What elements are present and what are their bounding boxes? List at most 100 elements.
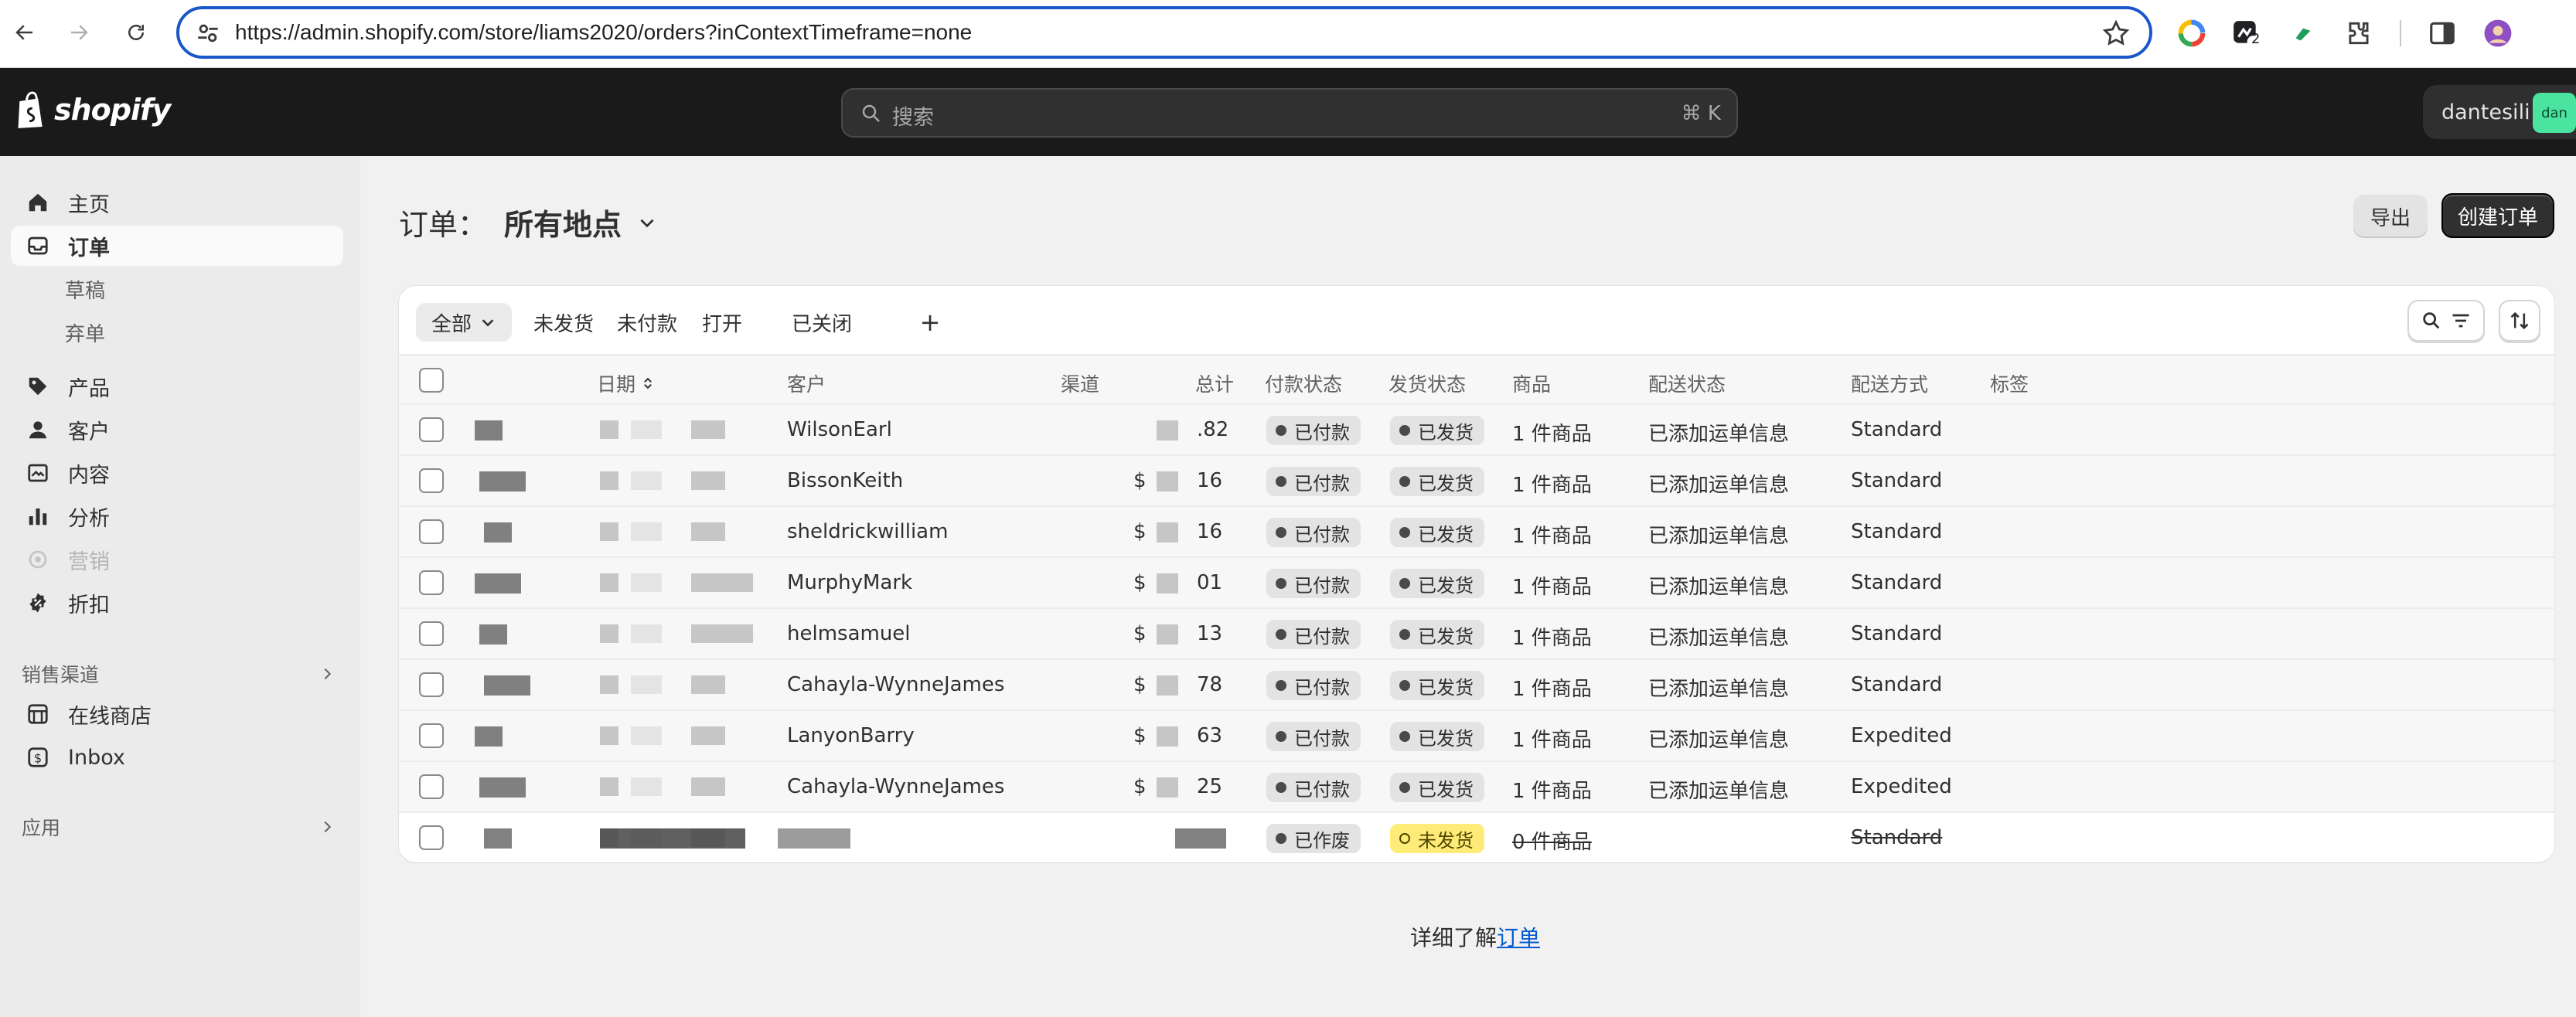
customer-name[interactable]: Cahayla-WynneJames — [787, 673, 1004, 696]
reload-button[interactable] — [118, 14, 155, 51]
apps-section[interactable]: 应用 — [22, 813, 336, 841]
sort-button[interactable] — [2499, 300, 2540, 342]
redacted-order-number — [484, 675, 530, 696]
customer-name[interactable]: Cahayla-WynneJames — [787, 775, 1004, 798]
sidebar-item-discounts[interactable]: 折扣 — [11, 583, 343, 623]
account-menu-button[interactable]: dantesili dan — [2423, 85, 2576, 139]
shopify-logo[interactable]: shopify — [14, 90, 171, 130]
sidebar-item-online-store[interactable]: 在线商店 — [11, 694, 343, 734]
sidebar-item-products[interactable]: 产品 — [11, 366, 343, 406]
row-checkbox[interactable] — [419, 723, 444, 748]
redacted-date — [600, 420, 618, 439]
extension-color-icon[interactable] — [2176, 17, 2208, 49]
sidebar-item-content[interactable]: 内容 — [11, 453, 343, 493]
item-count[interactable]: 1 件商品 — [1512, 724, 1592, 753]
forward-button[interactable] — [60, 14, 97, 51]
table-row[interactable]: sheldrickwilliam 16 已付款 已发货 1 件商品 已添加运单信息 Stan… — [399, 507, 2554, 558]
redacted-order-number — [484, 828, 512, 849]
tab-unfulfilled[interactable]: 未发货 — [518, 303, 609, 342]
extension-leaf-icon[interactable] — [2287, 17, 2319, 49]
chart-icon — [29, 508, 47, 526]
item-count[interactable]: 1 件商品 — [1512, 418, 1592, 447]
row-checkbox[interactable] — [419, 825, 444, 850]
customer-name[interactable]: WilsonEarl — [787, 418, 892, 441]
redacted-date — [600, 777, 618, 796]
search-filter-button[interactable] — [2407, 300, 2485, 342]
bookmark-star-icon[interactable] — [2101, 19, 2131, 48]
fulfillment-status-badge: 已发货 — [1390, 467, 1484, 496]
extension-badge-icon[interactable]: 2 — [2230, 17, 2262, 49]
table-row[interactable]: helmsamuel 13 已付款 已发货 1 件商品 已添加运单信息 Standard $ — [399, 609, 2554, 660]
sidebar-item-analytics[interactable]: 分析 — [11, 496, 343, 536]
row-checkbox[interactable] — [419, 621, 444, 646]
tab-unpaid[interactable]: 未付款 — [601, 303, 693, 342]
item-count[interactable]: 1 件商品 — [1512, 469, 1592, 498]
site-settings-icon[interactable] — [195, 20, 221, 46]
sidebar-item-home[interactable]: 主页 — [11, 182, 343, 223]
customer-name[interactable]: helmsamuel — [787, 622, 911, 645]
status-dot-icon — [1399, 833, 1410, 844]
table-row[interactable]: BissonKeith 16 已付款 已发货 1 件商品 已添加运单信息 Standard $ — [399, 456, 2554, 507]
fulfillment-status-badge: 已发货 — [1390, 518, 1484, 547]
back-button[interactable] — [6, 14, 43, 51]
customer-name[interactable]: LanyonBarry — [787, 724, 915, 747]
select-all-checkbox[interactable] — [419, 368, 444, 393]
table-row[interactable]: WilsonEarl .82 已付款 已发货 1 件商品 已添加运单信息 Standard — [399, 405, 2554, 456]
row-checkbox[interactable] — [419, 570, 444, 595]
item-count[interactable]: 1 件商品 — [1512, 571, 1592, 600]
table-row[interactable]: MurphyMark 01 已付款 已发货 1 件商品 已添加运单信息 Standard $ — [399, 558, 2554, 609]
sidebar-item-inbox[interactable]: $ Inbox — [11, 737, 343, 777]
redacted-total — [1157, 675, 1178, 696]
delivery-method: Standard — [1851, 520, 1943, 543]
status-dot-icon — [1276, 578, 1286, 589]
table-row[interactable]: 已作废 未发货 0 件商品 Standard — [399, 813, 2554, 862]
row-checkbox[interactable] — [419, 468, 444, 493]
toolbar-divider — [2400, 20, 2401, 46]
row-checkbox[interactable] — [419, 774, 444, 799]
tab-closed[interactable]: 已关闭 — [776, 303, 867, 342]
redacted-date — [691, 777, 725, 796]
learn-more-orders-link[interactable]: 订单 — [1497, 925, 1540, 951]
address-bar[interactable]: https://admin.shopify.com/store/liams202… — [176, 6, 2152, 59]
redacted-total — [1157, 624, 1178, 645]
header-fulfillment: 发货状态 — [1389, 373, 1467, 396]
tab-open[interactable]: 打开 — [687, 303, 758, 342]
row-checkbox[interactable] — [419, 672, 444, 697]
item-count[interactable]: 1 件商品 — [1512, 622, 1592, 651]
add-view-button[interactable]: + — [912, 304, 948, 340]
currency-symbol: $ — [1133, 520, 1147, 543]
profile-avatar-icon[interactable] — [2482, 17, 2514, 49]
sidebar-item-drafts[interactable]: 草稿 — [65, 275, 105, 304]
sidebar-item-label: Inbox — [68, 745, 125, 770]
redacted-date — [631, 675, 662, 694]
main-content: 订单： 所有地点 导出 创建订单 全部 未发货 未付款 打开 已关闭 + 日期 … — [360, 156, 2576, 1017]
customer-name[interactable]: sheldrickwilliam — [787, 520, 948, 543]
redacted-order-number — [475, 420, 503, 440]
payment-status-label: 已作废 — [1294, 829, 1350, 852]
location-selector[interactable]: 所有地点 — [504, 201, 657, 243]
tab-all[interactable]: 全部 — [416, 303, 513, 342]
row-checkbox[interactable] — [419, 417, 444, 442]
admin-search-input[interactable]: 搜索 ⌘ K — [841, 88, 1738, 138]
export-button[interactable]: 导出 — [2353, 195, 2428, 238]
customer-name[interactable]: MurphyMark — [787, 571, 912, 594]
sales-channels-section[interactable]: 销售渠道 — [22, 660, 336, 688]
side-panel-icon[interactable] — [2426, 17, 2458, 49]
table-row[interactable]: Cahayla-WynneJames 25 已付款 已发货 1 件商品 已添加运单信息 Ex… — [399, 762, 2554, 813]
sidebar-item-abandoned[interactable]: 弃单 — [65, 318, 105, 347]
item-count[interactable]: 0 件商品 — [1512, 826, 1592, 855]
item-count[interactable]: 1 件商品 — [1512, 775, 1592, 804]
sidebar-item-orders[interactable]: 订单 — [11, 226, 343, 266]
header-date[interactable]: 日期 — [597, 369, 656, 397]
table-row[interactable]: LanyonBarry 63 已付款 已发货 1 件商品 已添加运单信息 Expedited… — [399, 711, 2554, 762]
row-checkbox[interactable] — [419, 519, 444, 544]
url-text: https://admin.shopify.com/store/liams202… — [235, 20, 973, 44]
customer-name[interactable]: BissonKeith — [787, 469, 903, 492]
item-count[interactable]: 1 件商品 — [1512, 520, 1592, 549]
sidebar-item-customers[interactable]: 客户 — [11, 410, 343, 450]
item-count[interactable]: 1 件商品 — [1512, 673, 1592, 702]
extensions-puzzle-icon[interactable] — [2343, 17, 2375, 49]
create-order-button[interactable]: 创建订单 — [2441, 193, 2554, 238]
person-icon — [29, 421, 47, 439]
table-row[interactable]: Cahayla-WynneJames 78 已付款 已发货 1 件商品 已添加运单信息 St… — [399, 660, 2554, 711]
